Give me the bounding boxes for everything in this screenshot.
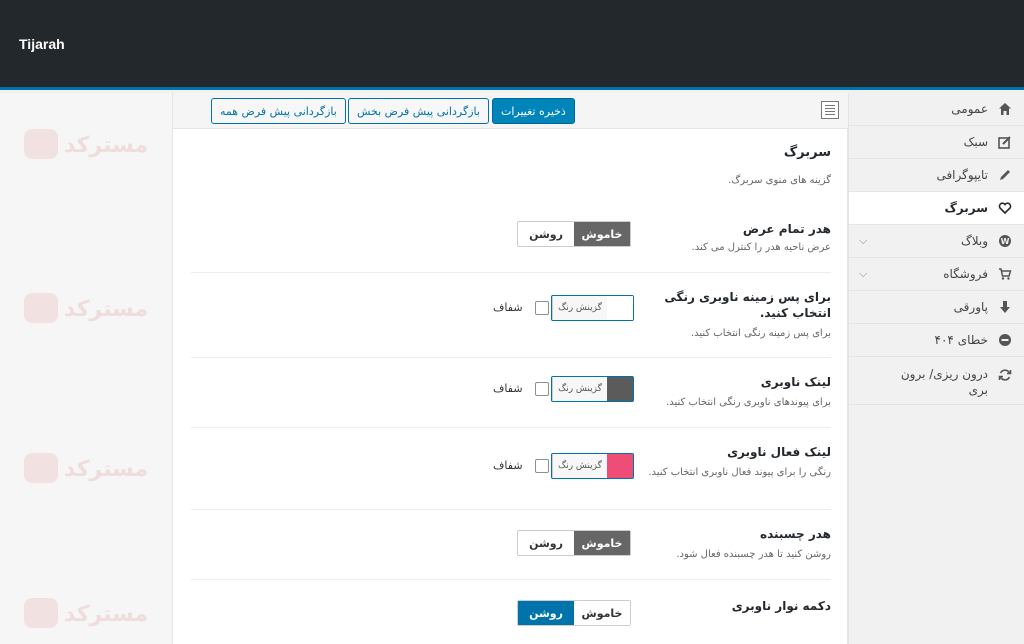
setting-description: عرض ناحیه هدر را کنترل می کند. <box>691 242 831 253</box>
setting-title: برای پس زمینه ناوبری رنگی انتخاب کنید. <box>664 290 831 320</box>
sidebar-item-general[interactable]: عمومی <box>849 93 1024 126</box>
color-swatch <box>607 377 633 401</box>
toggle-on-option[interactable]: روشن <box>518 531 574 555</box>
sidebar-item-label: سربرگ <box>944 201 988 215</box>
setting-description: برای پیوندهای ناوبری رنگی انتخاب کنید. <box>666 397 831 408</box>
setting-title: دکمه نوار ناوبری <box>731 599 831 613</box>
transparent-checkbox[interactable] <box>535 382 549 396</box>
nav-active-link-color-picker[interactable]: گزینش رنگ <box>551 453 634 479</box>
sidebar-item-label: تایپوگرافی <box>936 168 988 182</box>
reset-section-button[interactable]: بازگردانی پیش فرض بخش <box>348 98 489 124</box>
setting-nav-background-color: برای پس زمینه ناوبری رنگی انتخاب کنید. ب… <box>191 273 831 358</box>
setting-description: روشن کنید تا هدر چسبنده فعال شود. <box>676 549 831 560</box>
watermark-logo-icon <box>24 453 58 483</box>
transparent-checkbox[interactable] <box>535 301 549 315</box>
toggle-off-option[interactable]: خاموش <box>574 531 630 555</box>
setting-description: برای پس زمینه رنگی انتخاب کنید. <box>690 328 831 339</box>
pencil-icon <box>996 166 1014 184</box>
transparent-checkbox[interactable] <box>535 459 549 473</box>
sidebar-item-footer[interactable]: پاورقی <box>849 291 1024 324</box>
edit-icon <box>996 133 1014 151</box>
chevron-down-icon[interactable]: ⌵ <box>859 234 867 248</box>
setting-title: لینک ناوبری <box>760 375 831 389</box>
full-width-header-toggle[interactable]: خاموش روشن <box>517 221 631 247</box>
sidebar-item-404[interactable]: خطای ۴۰۴ <box>849 324 1024 357</box>
arrow-down-icon <box>996 298 1014 316</box>
sticky-header-toggle[interactable]: خاموش روشن <box>517 530 631 556</box>
setting-full-width-header: هدر تمام عرض عرض ناحیه هدر را کنترل می ک… <box>191 211 831 273</box>
setting-title: لینک فعال ناوبری <box>727 445 831 459</box>
toggle-on-option[interactable]: روشن <box>518 222 574 246</box>
nav-link-color-picker[interactable]: گزینش رنگ <box>551 376 634 402</box>
watermark-logo-icon <box>24 129 58 159</box>
setting-description: رنگی را برای پیوند فعال ناوبری انتخاب کن… <box>648 467 831 478</box>
minus-circle-icon <box>996 331 1014 349</box>
nav-bg-color-picker[interactable]: گزینش رنگ <box>551 295 634 321</box>
admin-topbar: Tijarah <box>0 0 1024 90</box>
sidebar-item-header[interactable]: سربرگ <box>849 192 1024 225</box>
sidebar-item-label: وبلاگ <box>960 234 988 248</box>
section-title: سربرگ <box>783 145 831 160</box>
sidebar-item-label: درون ریزی/ برون بری <box>900 367 988 397</box>
color-swatch <box>607 296 633 320</box>
setting-nav-active-link-color: لینک فعال ناوبری رنگی را برای پیوند فعال… <box>191 428 831 510</box>
transparent-label: شفاف <box>493 382 523 395</box>
layout-toggle-icon[interactable] <box>821 101 839 119</box>
reset-all-button[interactable]: بازگردانی پیش فرض همه <box>211 98 346 124</box>
sidebar-item-label: سبک <box>963 135 988 149</box>
sidebar-item-label: عمومی <box>951 102 988 116</box>
toggle-off-option[interactable]: خاموش <box>574 222 630 246</box>
setting-nav-bar-button: دکمه نوار ناوبری خاموش روشن <box>191 580 831 644</box>
svg-text:W: W <box>1001 237 1010 246</box>
sidebar-item-label: فروشگاه <box>943 267 988 281</box>
save-changes-button[interactable]: ذخیره تغییرات <box>492 98 575 124</box>
setting-sticky-header: هدر چسبنده روشن کنید تا هدر چسبنده فعال … <box>191 510 831 580</box>
setting-title: هدر چسبنده <box>759 527 831 541</box>
toggle-on-option[interactable]: روشن <box>518 601 574 625</box>
watermark-text: مسترکد <box>64 602 149 627</box>
options-panel: بازگردانی پیش فرض همه بازگردانی پیش فرض … <box>172 93 849 644</box>
sidebar-item-blog[interactable]: W وبلاگ ⌵ <box>849 225 1024 258</box>
watermark-area: مسترکد مسترکد مسترکد مسترکد <box>0 93 172 644</box>
options-toolbar: بازگردانی پیش فرض همه بازگردانی پیش فرض … <box>173 93 849 129</box>
color-swatch <box>607 454 633 478</box>
wordpress-icon: W <box>996 232 1014 250</box>
color-picker-label: گزینش رنگ <box>552 296 607 320</box>
section-description: گزینه های منوی سربرگ. <box>728 175 831 186</box>
sidebar-item-import-export[interactable]: درون ریزی/ برون بری <box>849 357 1024 405</box>
color-picker-label: گزینش رنگ <box>552 454 607 478</box>
sidebar-item-style[interactable]: سبک <box>849 126 1024 159</box>
watermark-text: مسترکد <box>64 133 149 158</box>
watermark-text: مسترکد <box>64 297 149 322</box>
sidebar-item-label: خطای ۴۰۴ <box>934 333 988 347</box>
watermark-text: مسترکد <box>64 457 149 482</box>
sidebar-item-label: پاورقی <box>953 300 988 314</box>
heart-icon <box>996 199 1014 217</box>
color-picker-label: گزینش رنگ <box>552 377 607 401</box>
home-icon <box>996 100 1014 118</box>
transparent-label: شفاف <box>493 301 523 314</box>
watermark-logo-icon <box>24 293 58 323</box>
sidebar-item-shop[interactable]: فروشگاه ⌵ <box>849 258 1024 291</box>
brand-title[interactable]: Tijarah <box>19 36 65 52</box>
transparent-label: شفاف <box>493 459 523 472</box>
sidebar-item-typography[interactable]: تایپوگرافی <box>849 159 1024 192</box>
options-sidebar: عمومی سبک تایپوگرافی سربرگ W وبلاگ ⌵ فرو… <box>848 93 1024 644</box>
chevron-down-icon[interactable]: ⌵ <box>859 267 867 281</box>
setting-title: هدر تمام عرض <box>742 222 831 236</box>
watermark-logo-icon <box>24 598 58 628</box>
toggle-off-option[interactable]: خاموش <box>574 601 630 625</box>
refresh-icon <box>996 366 1014 384</box>
nav-bar-button-toggle[interactable]: خاموش روشن <box>517 600 631 626</box>
cart-icon <box>996 265 1014 283</box>
setting-nav-link-color: لینک ناوبری برای پیوندهای ناوبری رنگی ان… <box>191 358 831 428</box>
